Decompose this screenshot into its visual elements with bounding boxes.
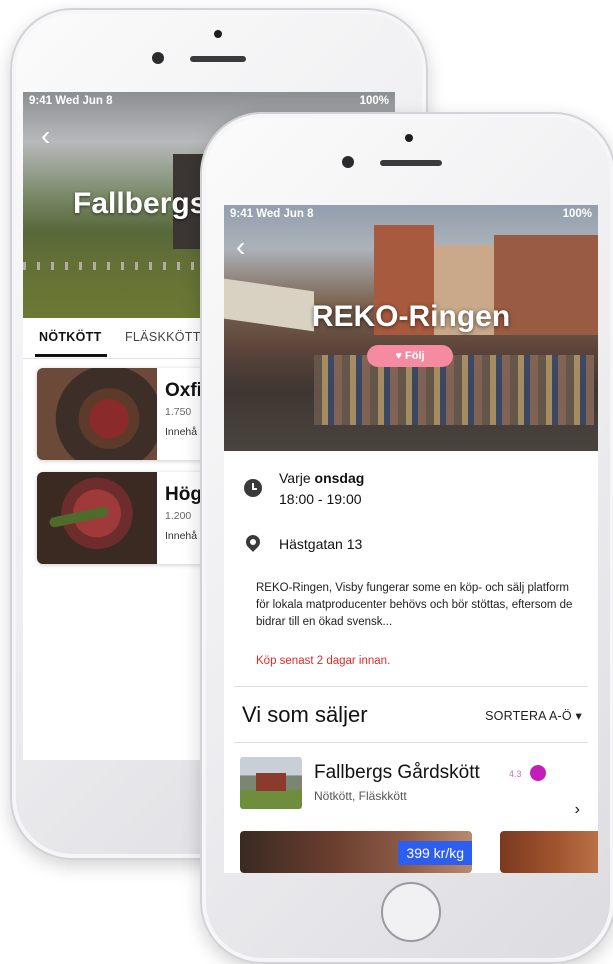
product-thumbnail[interactable]: 399 kr/kg [240,831,472,873]
market-stalls [314,355,594,425]
follow-button[interactable]: ♥ Följ [367,345,453,367]
status-bar: 9:41 Wed Jun 8 100% [23,92,395,112]
divider [234,686,588,687]
schedule-day: Varje onsdag [279,470,364,486]
product-price: 1.750 [165,406,192,418]
tab-flaskkott[interactable]: FLÄSKKÖTT [125,330,201,344]
product-image [37,472,157,564]
product-title: Hög [165,484,202,505]
status-time: 9:41 Wed Jun 8 [230,208,314,220]
market-description: REKO-Ringen, Visby fungerar some en köp-… [256,582,573,628]
front-screen: 9:41 Wed Jun 8 100% ‹ REKO-Ringen ♥ Följ… [224,205,598,873]
front-camera [152,52,164,64]
rosemary-garnish [48,505,110,529]
seller-rating: 4.3 [509,769,522,779]
sellers-heading: Vi som säljer [242,702,368,727]
seller-categories: Nötkött, Fläskkött [314,789,407,803]
sensor-dot [214,30,222,38]
back-chevron-icon[interactable]: ‹ [236,233,245,261]
price-tag: 399 kr/kg [398,841,472,865]
status-time: 9:41 Wed Jun 8 [29,95,113,107]
schedule-weekday: onsdag [314,470,365,486]
seller-thumbnail[interactable] [240,757,302,809]
tab-notkott[interactable]: NÖTKÖTT [39,330,102,344]
order-deadline-warning: Köp senast 2 dagar innan. [256,655,391,667]
seller-name[interactable]: Fallbergs Gårdskött [314,762,480,784]
sensor-dot [405,134,413,142]
location-pin-icon [243,532,263,552]
page-title: Fallbergs [73,187,207,220]
clock-icon [244,479,262,497]
status-battery: 100% [562,208,592,220]
speaker-grille [190,56,246,62]
home-button[interactable] [381,882,441,942]
rating-badge-icon [530,765,546,781]
status-battery: 100% [359,95,389,107]
product-image [37,368,157,460]
chevron-right-icon[interactable]: › [575,801,580,819]
active-tab-indicator [35,354,107,357]
address-text: Hästgatan 13 [279,536,363,552]
product-thumbnail[interactable] [500,831,598,873]
schedule-time: 18:00 - 19:00 [279,491,362,507]
page-title: REKO-Ringen [311,300,511,333]
product-price: 1.200 [165,510,192,522]
sort-dropdown[interactable]: SORTERA A-Ö ▾ [485,708,582,723]
status-bar: 9:41 Wed Jun 8 100% [224,205,598,225]
schedule-prefix: Varje [279,470,315,486]
divider [234,742,588,743]
product-contents: Innehå [165,530,198,542]
product-contents: Innehå [165,426,198,438]
front-camera [342,156,354,168]
back-chevron-icon[interactable]: ‹ [41,122,50,150]
speaker-grille [380,160,442,166]
